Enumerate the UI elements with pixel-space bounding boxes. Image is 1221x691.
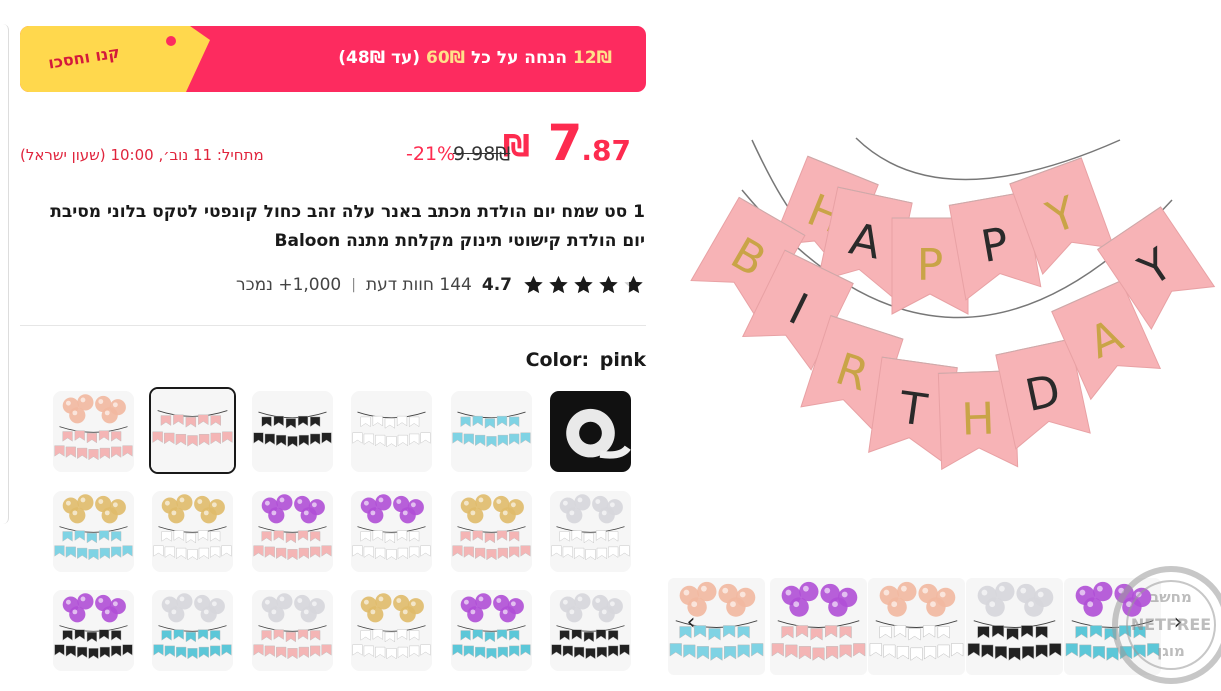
- promo-amount: 12₪: [572, 48, 612, 68]
- review-count[interactable]: 144 חוות דעת: [366, 275, 472, 295]
- swatch-purple-blue[interactable]: [451, 590, 532, 671]
- swatch-purple-black[interactable]: [53, 590, 134, 671]
- promo-threshold: 60₪: [426, 48, 466, 68]
- promo-text: 12₪ הנחה על כל 60₪ (עד 48₪): [338, 48, 612, 68]
- promo-banner[interactable]: קנו וחסכו 12₪ הנחה על כל 60₪ (עד 48₪): [20, 26, 646, 92]
- thumb-pink-purple[interactable]: [770, 578, 867, 675]
- star-icon: [549, 275, 568, 294]
- discount-percent: -21%: [406, 143, 456, 165]
- original-price: 9.98₪: [453, 143, 511, 165]
- swatch-purple-pink[interactable]: [252, 491, 333, 572]
- main-product-image[interactable]: HA P PYBIRT H DAY: [660, 20, 1220, 560]
- star-icon: [524, 275, 543, 294]
- swatch-glue-dots[interactable]: [550, 391, 631, 472]
- swatch-gold-white-2[interactable]: [351, 590, 432, 671]
- swatch-black-banner[interactable]: [252, 391, 333, 472]
- svg-text:H: H: [961, 393, 996, 445]
- svg-text:NETFREE: NETFREE: [1131, 615, 1211, 634]
- color-value: pink: [599, 349, 646, 371]
- divider: [20, 325, 646, 326]
- rating-separator: |: [351, 277, 356, 293]
- swatch-gold-blue[interactable]: [53, 491, 134, 572]
- netfree-watermark: מחשב NETFREE מוגן: [1112, 566, 1221, 684]
- swatch-pink-rosegold[interactable]: [53, 391, 134, 472]
- promo-text-mid: הנחה על כל: [465, 48, 573, 68]
- star-icon: [599, 275, 618, 294]
- swatch-white-banner[interactable]: [351, 391, 432, 472]
- color-label: Color: pink: [526, 349, 646, 371]
- product-page: קנו וחסכו 12₪ הנחה על כל 60₪ (עד 48₪) 7.…: [0, 0, 1221, 691]
- price-decimal: .87: [581, 134, 631, 167]
- swatch-purple-white[interactable]: [351, 491, 432, 572]
- svg-text:מוגן: מוגן: [1157, 642, 1185, 660]
- thumb-prev-arrow[interactable]: ‹: [676, 608, 706, 638]
- price-integer: 7: [547, 114, 583, 172]
- swatch-silver-black[interactable]: [550, 590, 631, 671]
- swatch-silver-blue[interactable]: [152, 590, 233, 671]
- swatch-silver-pink[interactable]: [252, 590, 333, 671]
- color-label-key: Color:: [525, 349, 590, 371]
- swatch-pink-banner[interactable]: [149, 387, 236, 474]
- left-panel-edge: [0, 24, 9, 524]
- product-title: 1 סט שמח יום הולדת מכתב באנר עלה זהב כחו…: [50, 202, 645, 251]
- sale-start-time: מתחיל: 11 נוב׳, 10:00 (שעון ישראל): [20, 146, 264, 164]
- swatch-silver-white[interactable]: [550, 491, 631, 572]
- sold-count: 1,000+ נמכר: [235, 275, 342, 295]
- star-icon: [574, 275, 593, 294]
- rating-row[interactable]: 4.7 144 חוות דעת | 1,000+ נמכר: [236, 274, 645, 296]
- thumb-white-rosegold[interactable]: [868, 578, 965, 675]
- current-price: 7.87: [548, 114, 631, 172]
- rating-stars: [522, 274, 645, 296]
- svg-text:P: P: [917, 240, 944, 291]
- swatch-gold-pink[interactable]: [451, 491, 532, 572]
- swatch-blue-banner[interactable]: [451, 391, 532, 472]
- star-icon: [624, 275, 643, 294]
- rating-value: 4.7: [481, 275, 512, 295]
- promo-cap: (עד 48₪): [338, 48, 426, 68]
- swatch-gold-white[interactable]: [152, 491, 233, 572]
- thumb-black-silver[interactable]: [966, 578, 1063, 675]
- svg-text:מחשב: מחשב: [1150, 588, 1192, 606]
